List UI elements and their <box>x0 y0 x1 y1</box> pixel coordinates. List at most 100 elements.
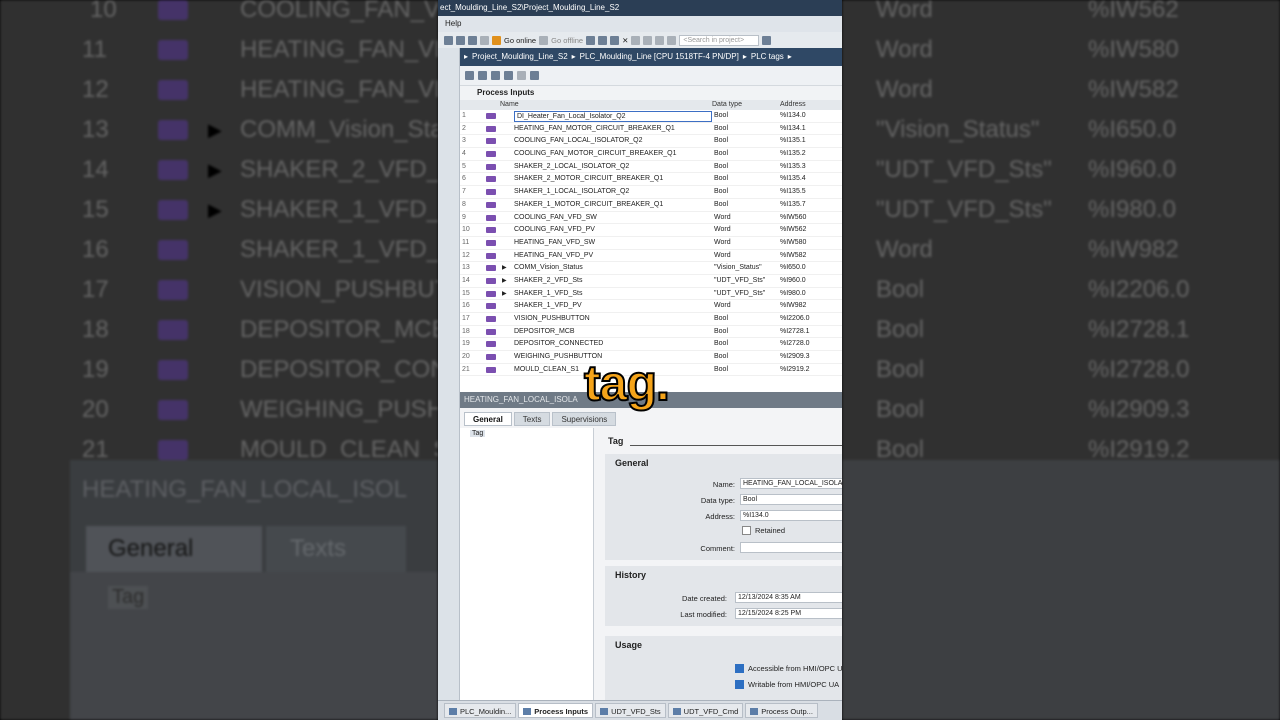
add-row-icon[interactable] <box>478 71 487 80</box>
tag-name-cell[interactable]: MOULD_CLEAN_S1 <box>514 364 579 377</box>
table-row[interactable]: 4 COOLING_FAN_MOTOR_CIRCUIT_BREAKER_Q1 Boo… <box>460 148 842 161</box>
table-row[interactable]: 10 COOLING_FAN_VFD_PV Word %IW562 <box>460 224 842 237</box>
column-name[interactable]: Name <box>500 101 519 108</box>
data-type-cell[interactable]: Bool <box>714 123 728 136</box>
breadcrumb-plc[interactable]: PLC_Moulding_Line [CPU 1518TF-4 PN/DP] <box>580 48 739 66</box>
open-project-icon[interactable] <box>456 35 465 45</box>
address-cell[interactable]: %IW560 <box>780 212 806 225</box>
data-type-field[interactable]: Bool <box>740 494 842 505</box>
tag-name-cell[interactable]: DEPOSITOR_CONNECTED <box>514 338 603 351</box>
address-cell[interactable]: %I2206.0 <box>780 313 810 326</box>
start-cpu-icon[interactable] <box>598 35 608 45</box>
column-address[interactable]: Address <box>780 101 806 108</box>
close-icon[interactable]: ✕ <box>622 36 628 45</box>
comment-field[interactable] <box>740 542 842 553</box>
table-row[interactable]: 16 SHAKER_1_VFD_PV Word %IW982 <box>460 300 842 313</box>
table-row[interactable]: 1 DI_Heater_Fan_Local_Isolator_Q2 Bool %I13… <box>460 110 842 123</box>
data-type-cell[interactable]: "Vision_Status" <box>714 262 762 275</box>
go-offline-button[interactable]: Go offline <box>551 36 583 45</box>
expand-arrow-icon[interactable]: ▶ <box>502 275 507 288</box>
window-icon[interactable] <box>667 35 677 45</box>
address-cell[interactable]: %I134.1 <box>780 123 806 136</box>
table-row[interactable]: 15 ▶ SHAKER_1_VFD_Sts "UDT_VFD_Sts" %I980.0 <box>460 288 842 301</box>
address-cell[interactable]: %I134.0 <box>780 110 806 123</box>
table-row[interactable]: 7 SHAKER_1_LOCAL_ISOLATOR_Q2 Bool %I135.5 <box>460 186 842 199</box>
data-type-cell[interactable]: Bool <box>714 351 728 364</box>
tag-name-cell[interactable]: SHAKER_2_LOCAL_ISOLATOR_Q2 <box>514 161 629 174</box>
data-type-cell[interactable]: Bool <box>714 313 728 326</box>
tag-name-cell[interactable]: SHAKER_1_LOCAL_ISOLATOR_Q2 <box>514 186 629 199</box>
retained-checkbox[interactable] <box>742 526 751 535</box>
address-cell[interactable]: %I135.7 <box>780 199 806 212</box>
window-icon[interactable] <box>655 35 665 45</box>
table-settings-icon[interactable] <box>530 71 539 80</box>
tag-name-cell[interactable]: COOLING_FAN_MOTOR_CIRCUIT_BREAKER_Q1 <box>514 148 676 161</box>
address-cell[interactable]: %I2909.3 <box>780 351 810 364</box>
split-vertical-icon[interactable] <box>643 35 653 45</box>
go-offline-icon[interactable] <box>539 35 549 45</box>
data-type-cell[interactable]: Word <box>714 224 731 237</box>
tag-name-cell[interactable]: COOLING_FAN_VFD_PV <box>514 224 595 237</box>
tag-name-cell[interactable]: SHAKER_2_VFD_Sts <box>514 275 582 288</box>
tag-name-cell[interactable]: HEATING_FAN_VFD_SW <box>514 237 595 250</box>
breadcrumb-plc-tags[interactable]: PLC tags <box>751 48 784 66</box>
table-row[interactable]: 19 DEPOSITOR_CONNECTED Bool %I2728.0 <box>460 338 842 352</box>
insert-row-icon[interactable] <box>465 71 474 80</box>
import-icon[interactable] <box>504 71 513 80</box>
data-type-cell[interactable]: Word <box>714 212 731 225</box>
breadcrumb-project[interactable]: Project_Moulding_Line_S2 <box>472 48 568 66</box>
stop-cpu-icon[interactable] <box>610 35 620 45</box>
tag-name-cell[interactable]: SHAKER_1_VFD_Sts <box>514 288 582 301</box>
data-type-cell[interactable]: Bool <box>714 338 728 351</box>
tag-name-cell[interactable]: HEATING_FAN_MOTOR_CIRCUIT_BREAKER_Q1 <box>514 123 675 136</box>
address-field[interactable]: %I134.0 <box>740 510 842 521</box>
tag-name-cell[interactable]: VISION_PUSHBUTTON <box>514 313 590 326</box>
menu-help[interactable]: Help <box>445 19 461 28</box>
expand-arrow-icon[interactable]: ▶ <box>502 262 507 275</box>
address-cell[interactable]: %I960.0 <box>780 275 806 288</box>
address-cell[interactable]: %IW582 <box>780 250 806 263</box>
accessible-hmi-checkbox[interactable] <box>735 664 744 673</box>
table-row[interactable]: 18 DEPOSITOR_MCB Bool %I2728.1 <box>460 326 842 339</box>
data-type-cell[interactable]: Word <box>714 237 731 250</box>
address-cell[interactable]: %I135.3 <box>780 161 806 174</box>
editor-tab-process-inputs[interactable]: Process Inputs <box>518 703 594 718</box>
monitor-icon[interactable] <box>517 71 526 80</box>
table-row[interactable]: 12 HEATING_FAN_VFD_PV Word %IW582 <box>460 250 842 263</box>
address-cell[interactable]: %IW562 <box>780 224 806 237</box>
table-row[interactable]: 6 SHAKER_2_MOTOR_CIRCUIT_BREAKER_Q1 Bool %I… <box>460 173 842 187</box>
data-type-cell[interactable]: "UDT_VFD_Sts" <box>714 275 765 288</box>
tag-name-cell[interactable]: SHAKER_1_VFD_PV <box>514 300 582 313</box>
table-row[interactable]: 2 HEATING_FAN_MOTOR_CIRCUIT_BREAKER_Q1 Boo… <box>460 123 842 136</box>
table-row[interactable]: 5 SHAKER_2_LOCAL_ISOLATOR_Q2 Bool %I135.3 <box>460 161 842 174</box>
tree-item-tag[interactable]: Tag <box>470 430 486 437</box>
name-field[interactable]: HEATING_FAN_LOCAL_ISOLA <box>740 478 842 489</box>
data-type-cell[interactable]: Bool <box>714 186 728 199</box>
tab-texts[interactable]: Texts <box>513 412 551 426</box>
data-type-cell[interactable]: Bool <box>714 364 728 377</box>
new-project-icon[interactable] <box>444 35 453 45</box>
tag-name-cell[interactable]: COOLING_FAN_LOCAL_ISOLATOR_Q2 <box>514 135 643 148</box>
expand-arrow-icon[interactable]: ▶ <box>502 288 507 301</box>
table-row[interactable]: 9 COOLING_FAN_VFD_SW Word %IW560 <box>460 212 842 225</box>
data-type-cell[interactable]: Bool <box>714 135 728 148</box>
address-cell[interactable]: %I2919.2 <box>780 364 810 377</box>
data-type-cell[interactable]: Bool <box>714 326 728 339</box>
editor-tab-plc[interactable]: PLC_Mouldin... <box>444 703 517 718</box>
print-icon[interactable] <box>480 35 489 45</box>
address-cell[interactable]: %I135.5 <box>780 186 806 199</box>
address-cell[interactable]: %IW982 <box>780 300 806 313</box>
address-cell[interactable]: %I135.4 <box>780 173 806 186</box>
data-type-cell[interactable]: Bool <box>714 148 728 161</box>
editor-tab-process-outputs[interactable]: Process Outp... <box>745 703 818 718</box>
address-cell[interactable]: %I980.0 <box>780 288 806 301</box>
data-type-cell[interactable]: Word <box>714 250 731 263</box>
search-icon[interactable] <box>762 35 772 45</box>
editor-tab-udt-vfd-sts[interactable]: UDT_VFD_Sts <box>595 703 666 718</box>
project-tree-collapsed[interactable] <box>438 48 460 700</box>
address-cell[interactable]: %I2728.1 <box>780 326 810 339</box>
data-type-cell[interactable]: Word <box>714 300 731 313</box>
data-type-cell[interactable]: Bool <box>714 110 728 123</box>
tab-general[interactable]: General <box>464 412 512 426</box>
accessible-devices-icon[interactable] <box>586 35 596 45</box>
